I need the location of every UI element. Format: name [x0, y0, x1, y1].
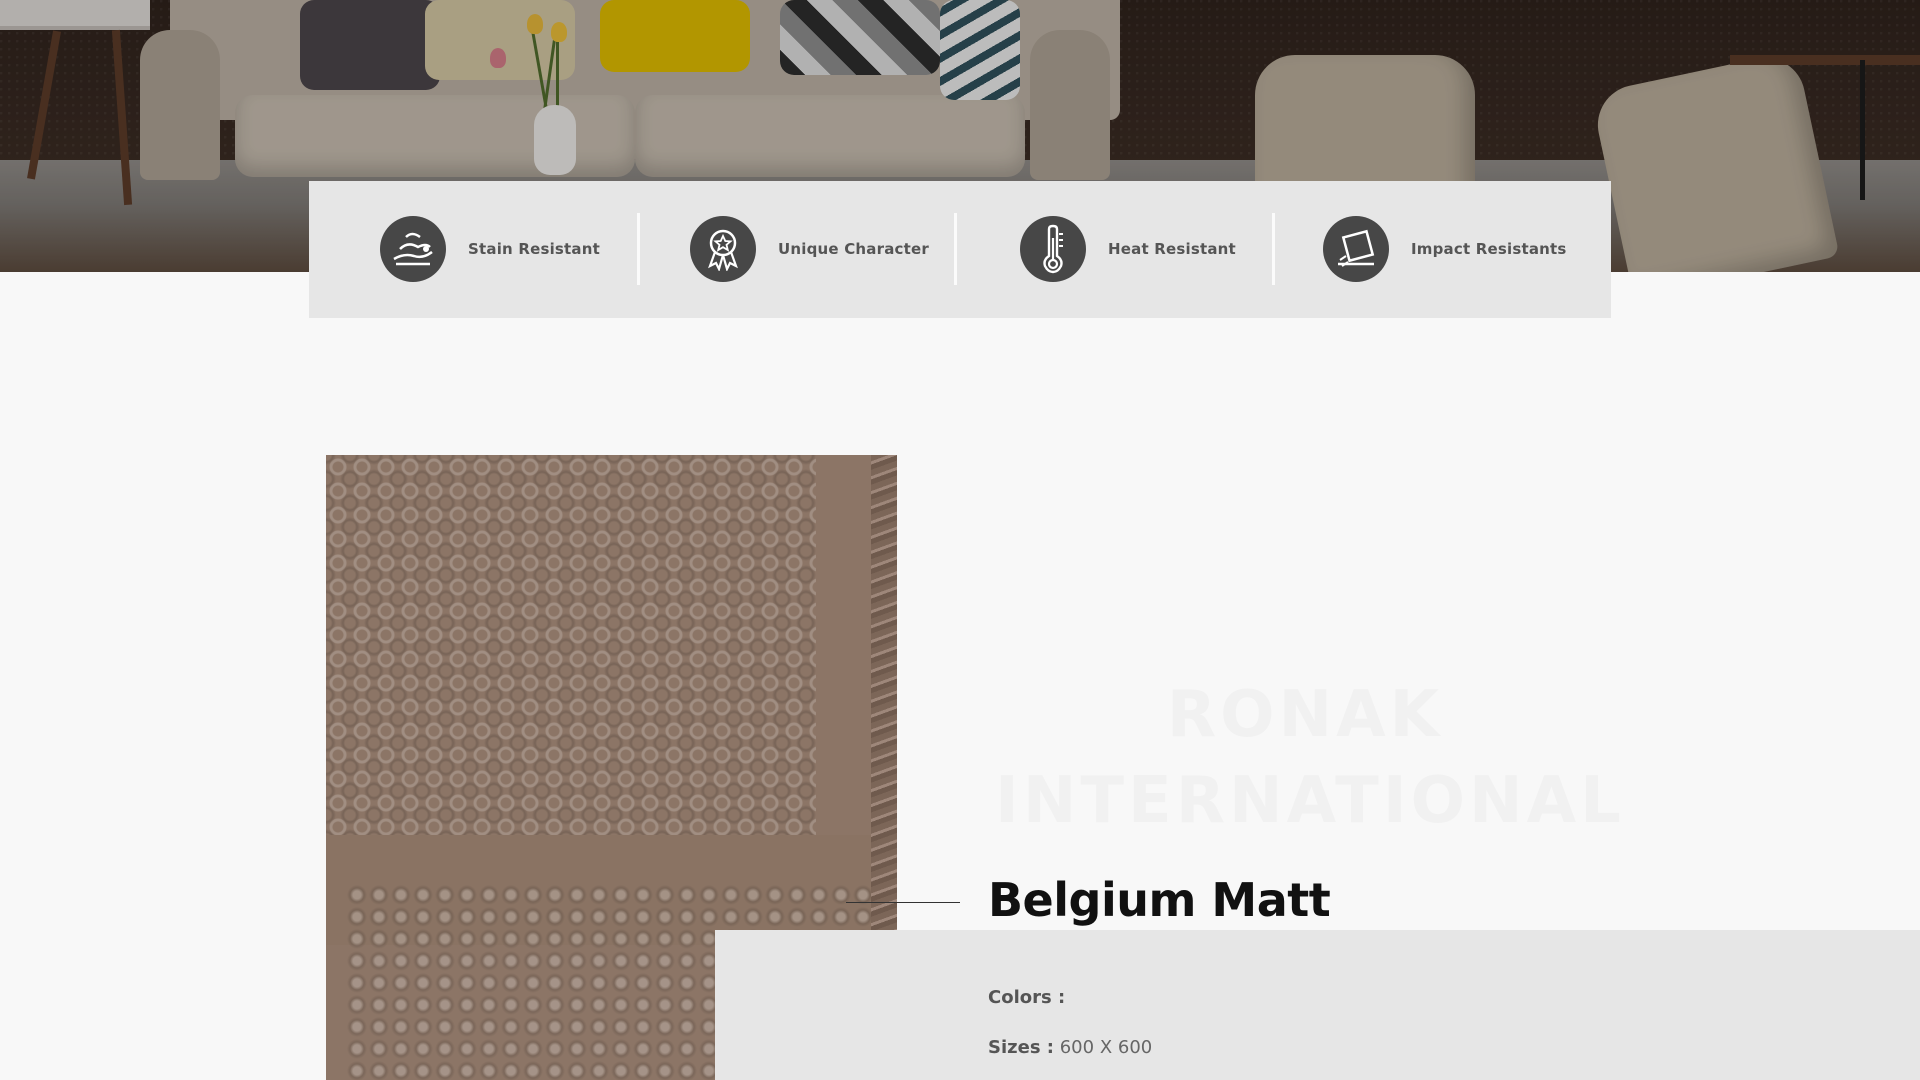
spec-sizes-value: 600 X 600 [1059, 1037, 1153, 1058]
spec-sizes: Sizes : 600 X 600 [988, 1037, 1152, 1058]
spec-colors-label: Colors : [988, 987, 1066, 1008]
feature-divider [1272, 213, 1275, 285]
feature-label: Unique Character [778, 240, 929, 258]
feature-label: Heat Resistant [1108, 240, 1236, 258]
impact-tile-icon [1323, 216, 1389, 282]
stain-resistant-icon [380, 216, 446, 282]
feature-unique-character: Unique Character [690, 215, 929, 283]
spec-colors: Colors : [988, 987, 1065, 1008]
features-bar: Stain Resistant Unique Character Heat Re… [309, 181, 1611, 318]
feature-divider [954, 213, 957, 285]
feature-impact-resistants: Impact Resistants [1323, 215, 1567, 283]
product-title: Belgium Matt [988, 873, 1331, 927]
feature-divider [637, 213, 640, 285]
feature-label: Stain Resistant [468, 240, 601, 258]
title-connector-line [846, 902, 960, 903]
watermark-line: INTERNATIONAL [995, 764, 1625, 838]
feature-stain-resistant: Stain Resistant [380, 215, 600, 283]
watermark-line: RONAK [1166, 678, 1444, 752]
brand-watermark: RONAK INTERNATIONAL [995, 672, 1625, 844]
feature-label: Impact Resistants [1411, 240, 1567, 258]
feature-heat-resistant: Heat Resistant [1020, 215, 1236, 283]
product-info-panel [715, 930, 1920, 1080]
tile-hex-pattern [326, 455, 816, 835]
spec-sizes-label: Sizes : [988, 1037, 1054, 1058]
award-badge-icon [690, 216, 756, 282]
thermometer-icon [1020, 216, 1086, 282]
